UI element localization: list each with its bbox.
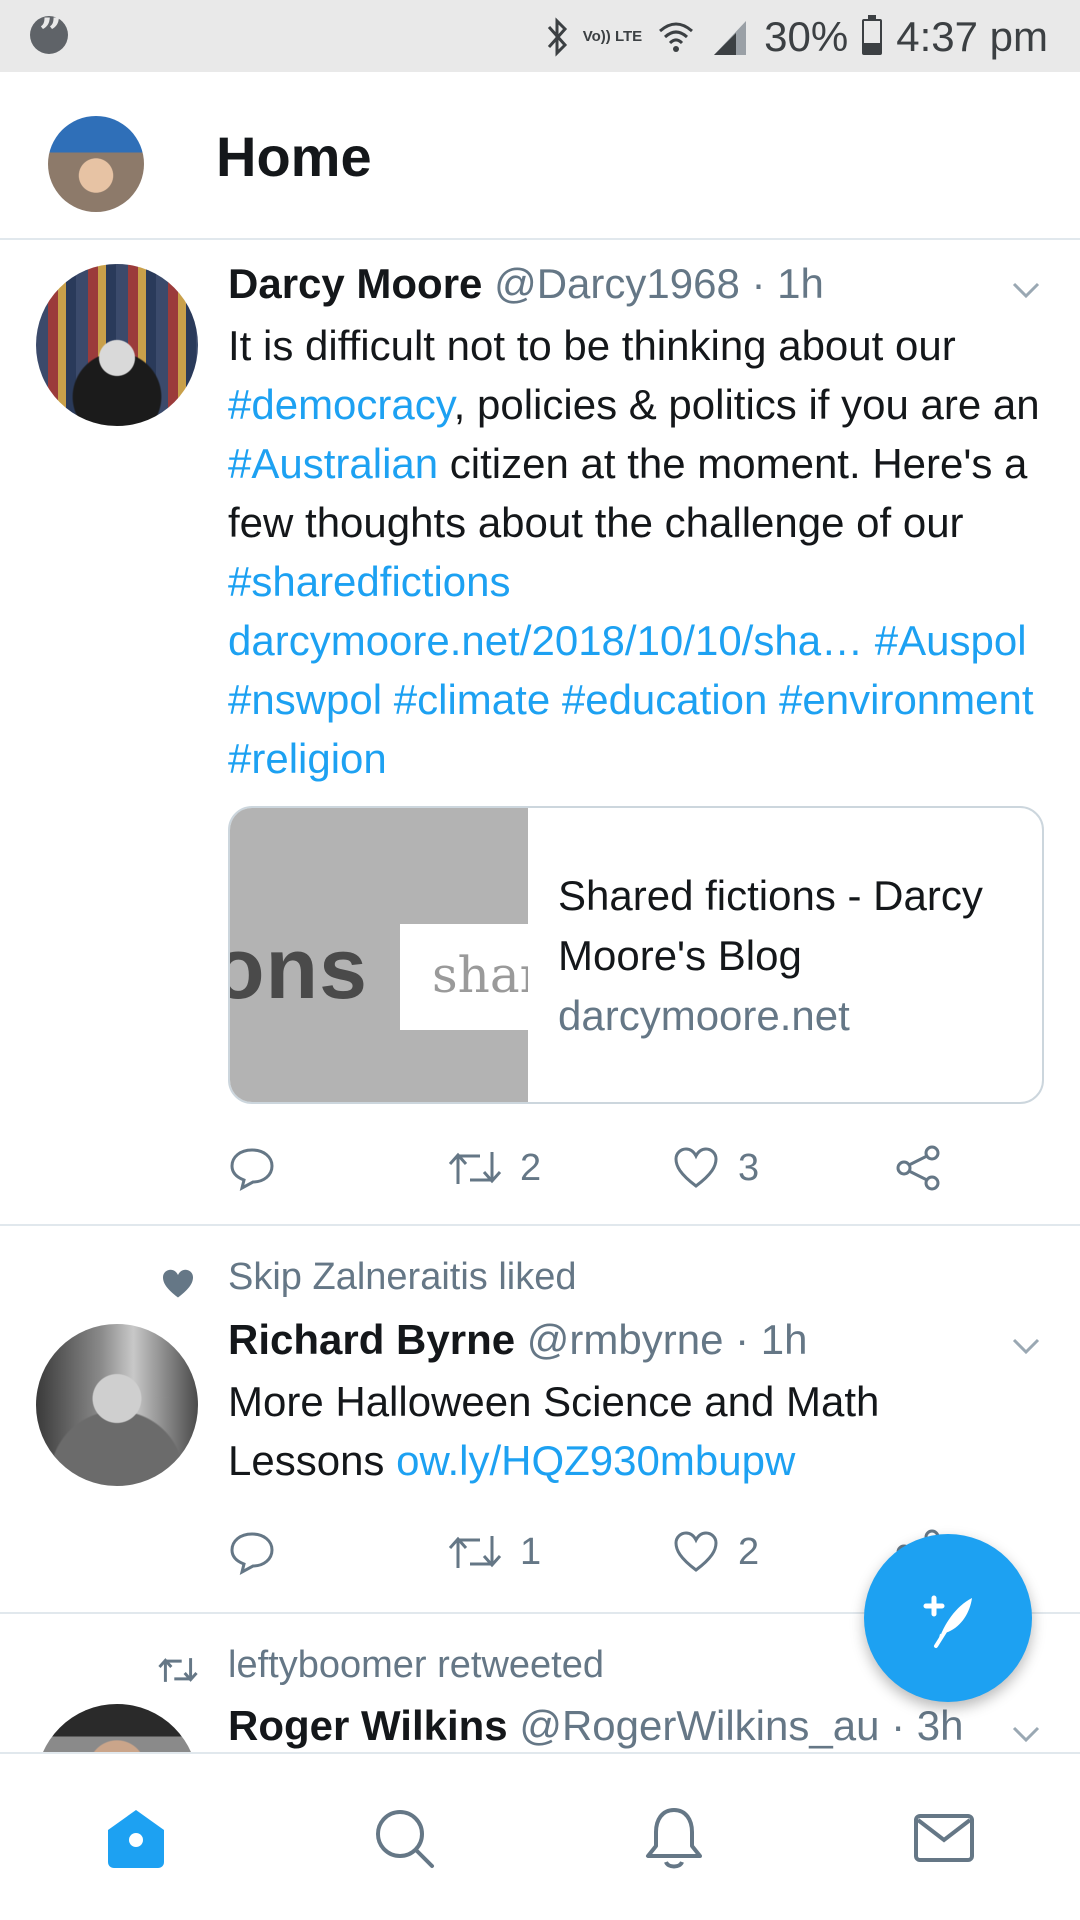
retweet-count: 2 xyxy=(520,1146,542,1189)
card-text: Shared fictions - Darcy Moore's Blog dar… xyxy=(558,866,1028,1046)
tweet-link[interactable]: ow.ly/HQZ930mbupw xyxy=(396,1437,795,1484)
battery-percent: 30% xyxy=(764,13,849,60)
author-name[interactable]: Darcy Moore xyxy=(228,260,482,307)
tweet[interactable]: Darcy Moore @Darcy1968 · 1h It is diffic… xyxy=(0,240,1080,1226)
reply-icon xyxy=(230,1532,274,1575)
tweet-text-segment: It is difficult not to be thinking about… xyxy=(228,322,956,369)
tweet-link[interactable]: #education xyxy=(562,676,768,723)
timeline[interactable]: Darcy Moore @Darcy1968 · 1h It is diffic… xyxy=(0,240,1080,1752)
card-image-caption: shar xyxy=(432,946,528,1004)
tweet-header: Richard Byrne @rmbyrne · 1h xyxy=(228,1316,807,1364)
social-context[interactable]: Skip Zalneraitis liked xyxy=(228,1256,576,1299)
chevron-down-icon[interactable] xyxy=(1006,1326,1046,1366)
tweet-actions: 1 2 xyxy=(228,1522,988,1582)
reply-button[interactable] xyxy=(228,1522,276,1582)
author-handle[interactable]: @Darcy1968 xyxy=(494,260,740,307)
volte-indicator: Vo)) LTE xyxy=(582,28,643,45)
tweet-link[interactable]: #sharedfictions xyxy=(228,558,511,605)
author-handle[interactable]: @RogerWilkins_au xyxy=(519,1702,879,1749)
clock: 4:37 pm xyxy=(896,13,1048,60)
tweet-link[interactable]: #religion xyxy=(228,735,387,782)
author-name[interactable]: Richard Byrne xyxy=(228,1316,515,1363)
share-icon xyxy=(896,1145,940,1191)
tweet-header: Darcy Moore @Darcy1968 · 1h xyxy=(228,260,824,308)
chevron-down-icon[interactable] xyxy=(1006,270,1046,310)
tweet-link[interactable]: #Auspol xyxy=(875,617,1027,664)
signal-icon xyxy=(714,21,747,55)
bluetooth-icon xyxy=(547,17,567,57)
retweet-button[interactable]: 1 xyxy=(448,1522,541,1582)
tweet-text-segment xyxy=(382,676,394,723)
avatar[interactable] xyxy=(36,1324,198,1486)
retweet-icon xyxy=(448,1536,502,1568)
page-title: Home xyxy=(216,125,372,188)
reply-button[interactable] xyxy=(228,1138,276,1198)
nav-messages[interactable] xyxy=(902,1796,986,1880)
heart-icon xyxy=(674,1531,718,1572)
notifications-icon xyxy=(646,1808,702,1869)
social-context[interactable]: leftyboomer retweeted xyxy=(228,1644,604,1687)
link-card[interactable]: ons shar Shared fictions - Darcy Moore's… xyxy=(228,806,1044,1104)
wifi-icon xyxy=(659,22,694,52)
reply-icon xyxy=(230,1148,274,1191)
retweet-button[interactable]: 2 xyxy=(448,1138,541,1198)
tweet-text-segment xyxy=(767,676,779,723)
header: Home xyxy=(0,72,1080,240)
tweet-link[interactable]: #climate xyxy=(394,676,550,723)
bottom-nav xyxy=(0,1752,1080,1920)
heart-filled-icon xyxy=(163,1269,193,1298)
search-icon xyxy=(376,1810,434,1868)
like-count: 3 xyxy=(738,1146,760,1189)
card-image-box: shar xyxy=(400,924,528,1030)
like-button[interactable]: 3 xyxy=(672,1138,759,1198)
home-icon xyxy=(108,1810,164,1868)
profile-avatar[interactable] xyxy=(48,116,144,212)
status-icons: Vo)) LTE 30% 4:37 pm xyxy=(545,12,1048,62)
tweet-text: It is difficult not to be thinking about… xyxy=(228,316,1048,788)
tweet-header: Roger Wilkins @RogerWilkins_au · 3h xyxy=(228,1702,964,1750)
hangouts-icon xyxy=(30,10,68,57)
retweet-icon xyxy=(448,1152,502,1184)
tweet-link[interactable]: #nswpol xyxy=(228,676,382,723)
avatar[interactable] xyxy=(36,1704,198,1752)
like-button[interactable]: 2 xyxy=(672,1522,759,1582)
retweet-icon xyxy=(158,1658,198,1682)
nav-notifications[interactable] xyxy=(632,1796,716,1880)
card-image-text: ons xyxy=(230,921,368,1017)
status-bar: Vo)) LTE 30% 4:37 pm xyxy=(0,0,1080,72)
battery-icon xyxy=(862,15,883,55)
tweet-actions: 2 3 xyxy=(228,1138,988,1198)
card-image: ons shar xyxy=(230,808,528,1102)
avatar[interactable] xyxy=(36,264,198,426)
nav-home[interactable] xyxy=(94,1796,178,1880)
card-title: Shared fictions - Darcy Moore's Blog xyxy=(558,872,983,979)
chevron-down-icon[interactable] xyxy=(1006,1714,1046,1752)
like-count: 2 xyxy=(738,1530,760,1573)
author-name[interactable]: Roger Wilkins xyxy=(228,1702,508,1749)
compose-tweet-button[interactable] xyxy=(864,1534,1032,1702)
tweet-link[interactable]: darcymoore.net/2018/10/10/sha… xyxy=(228,617,863,664)
compose-icon xyxy=(923,1595,972,1648)
tweet-link[interactable]: #Australian xyxy=(228,440,438,487)
card-domain: darcymoore.net xyxy=(558,992,850,1039)
tweet-time: · 1h xyxy=(735,1316,808,1363)
tweet-text-segment: , policies & politics if you are an xyxy=(453,381,1040,428)
tweet-time: · 3h xyxy=(891,1702,964,1749)
tweet-text: More Halloween Science and Math Lessons … xyxy=(228,1372,988,1490)
tweet-text-segment xyxy=(863,617,875,664)
tweet-link[interactable]: #democracy xyxy=(228,381,454,428)
author-handle[interactable]: @rmbyrne xyxy=(527,1316,724,1363)
share-button[interactable] xyxy=(894,1138,942,1198)
retweet-count: 1 xyxy=(520,1530,542,1573)
nav-search[interactable] xyxy=(362,1796,446,1880)
messages-icon xyxy=(914,1814,974,1862)
heart-icon xyxy=(674,1147,718,1188)
tweet-link[interactable]: #environment xyxy=(779,676,1033,723)
tweet-text-segment xyxy=(550,676,562,723)
tweet-time: · 1h xyxy=(751,260,824,307)
